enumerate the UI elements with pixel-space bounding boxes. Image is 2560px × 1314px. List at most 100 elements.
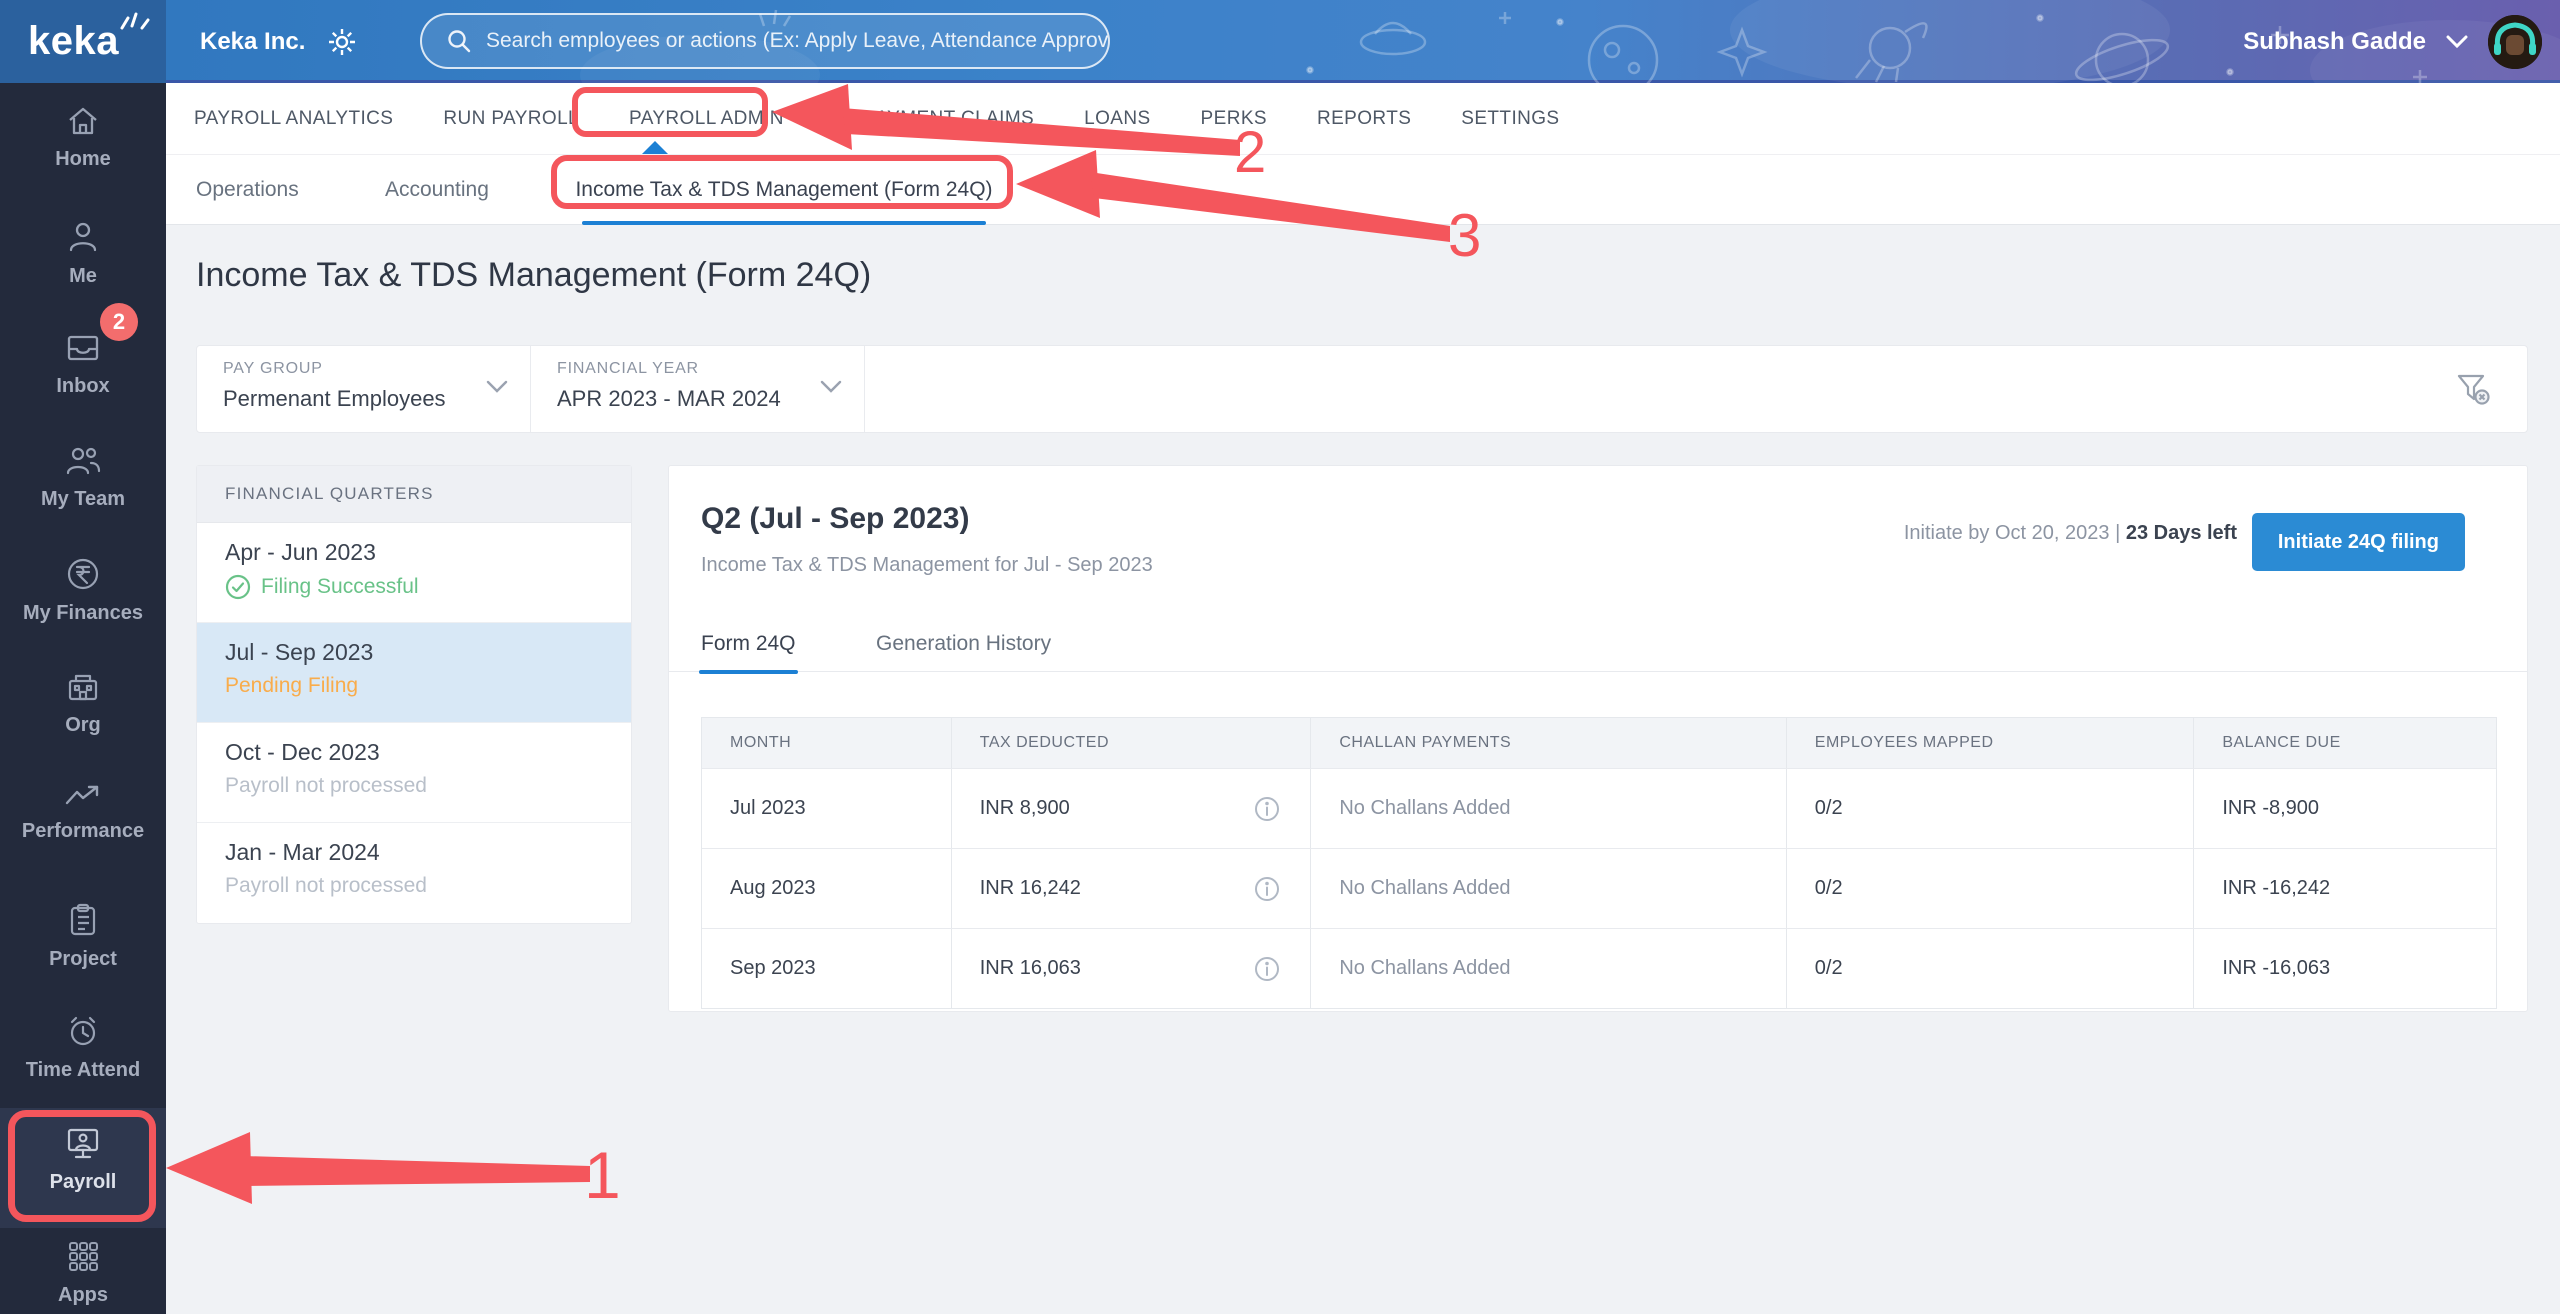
quarters-header: FINANCIAL QUARTERS (197, 466, 631, 523)
search-input[interactable] (486, 29, 1108, 53)
subtab-form-16[interactable]: Form 16 (1053, 155, 1131, 225)
quarter-status: Pending Filing (225, 674, 359, 697)
quarter-title: Q2 (Jul - Sep 2023) (701, 502, 970, 535)
pay-group-dropdown[interactable]: PAY GROUP Permenant Employees (197, 346, 531, 432)
sidebar-item-performance[interactable]: Performance (0, 783, 166, 843)
cell-challan: No Challans Added (1311, 929, 1787, 1008)
sidebar-item-me[interactable]: Me (0, 220, 166, 288)
tab-loans[interactable]: LOANS (1084, 108, 1150, 130)
payroll-nav: PAYROLL ANALYTICS RUN PAYROLL PAYROLL AD… (166, 83, 2560, 155)
cell-challan: No Challans Added (1311, 769, 1787, 848)
quarter-range: Oct - Dec 2023 (225, 739, 380, 765)
table-row: Sep 2023 INR 16,063 No Challans Added 0/… (702, 928, 2496, 1008)
col-balance-due: BALANCE DUE (2222, 734, 2341, 751)
sidebar-item-payroll[interactable]: Payroll (0, 1126, 166, 1194)
sidebar-label: Payroll (49, 1171, 117, 1193)
filter-bar: PAY GROUP Permenant Employees FINANCIAL … (196, 345, 2528, 433)
chevron-down-icon (2446, 35, 2468, 48)
cell-month: Sep 2023 (702, 929, 952, 1008)
sidebar-item-my-team[interactable]: My Team (0, 445, 166, 511)
payroll-monitor-icon (67, 1128, 99, 1159)
quarter-jan-mar-2024[interactable]: Jan - Mar 2024 Payroll not processed (197, 823, 631, 923)
tab-payment-claims[interactable]: PAYMENT CLAIMS (864, 108, 1034, 130)
alarm-clock-icon (70, 1016, 96, 1046)
pay-group-value: Permenant Employees (223, 386, 446, 411)
sidebar: Home Me 2 Inbox My Team My Finances Org … (0, 83, 166, 1314)
financial-year-value: APR 2023 - MAR 2024 (557, 386, 781, 411)
quarter-jul-sep-2023[interactable]: Jul - Sep 2023 Pending Filing (197, 623, 631, 723)
cell-challan: No Challans Added (1311, 849, 1787, 928)
col-employees-mapped: EMPLOYEES MAPPED (1787, 718, 2195, 768)
sidebar-item-org[interactable]: Org (0, 671, 166, 737)
quarter-range: Jan - Mar 2024 (225, 839, 380, 865)
tax-amount: INR 16,063 (979, 957, 1081, 979)
topbar: keka Keka Inc. Search employees or actio… (0, 0, 2560, 83)
user-name: Subhash Gadde (2243, 27, 2426, 55)
sidebar-item-apps[interactable]: Apps (0, 1239, 166, 1307)
table-row: Jul 2023 INR 8,900 No Challans Added 0/2… (702, 768, 2496, 848)
sidebar-label: Inbox (56, 375, 110, 397)
clipboard-icon (70, 903, 96, 936)
subtab-operations[interactable]: Operations (196, 155, 299, 225)
user-menu[interactable]: Subhash Gadde (2243, 0, 2542, 83)
quarter-status: Payroll not processed (225, 774, 427, 797)
keka-logo: keka (28, 19, 119, 63)
tab-settings[interactable]: SETTINGS (1461, 108, 1559, 130)
sidebar-label: My Finances (22, 602, 144, 624)
inbox-icon (67, 335, 99, 361)
tab-generation-history[interactable]: Generation History (876, 616, 1051, 672)
avatar[interactable] (2488, 14, 2542, 69)
space-doodles-decoration (580, 0, 2560, 83)
global-search[interactable] (420, 13, 1110, 69)
home-icon (69, 107, 97, 135)
people-icon (66, 447, 101, 475)
keka-logo-block[interactable]: keka (0, 0, 166, 83)
financial-year-dropdown[interactable]: FINANCIAL YEAR APR 2023 - MAR 2024 (531, 346, 865, 432)
tab-reports[interactable]: REPORTS (1317, 108, 1411, 130)
chevron-down-icon (820, 380, 842, 393)
building-icon (68, 674, 98, 701)
info-icon[interactable] (1254, 796, 1280, 822)
info-icon[interactable] (1254, 956, 1280, 982)
quarter-range: Jul - Sep 2023 (225, 639, 374, 665)
quarter-detail-card: Q2 (Jul - Sep 2023) Income Tax & TDS Man… (668, 465, 2528, 1012)
annotation-step-2: 2 (1234, 120, 1267, 185)
cell-mapped: 0/2 (1787, 929, 2195, 1008)
initiate-deadline: Initiate by Oct 20, 2023 | 23 Days left (1904, 522, 2237, 545)
subtab-accounting[interactable]: Accounting (385, 155, 489, 225)
company-selector[interactable]: Keka Inc. (200, 0, 357, 83)
cell-tax: INR 8,900 (952, 769, 1312, 848)
content-area: Income Tax & TDS Management (Form 24Q) P… (166, 225, 2560, 1314)
search-icon (448, 30, 471, 53)
tab-payroll-analytics[interactable]: PAYROLL ANALYTICS (194, 108, 393, 130)
page-title: Income Tax & TDS Management (Form 24Q) (196, 256, 872, 294)
detail-tabs: Form 24Q Generation History (669, 616, 2527, 674)
subtab-income-tax-tds[interactable]: Income Tax & TDS Management (Form 24Q) (564, 155, 1004, 225)
sidebar-label: Apps (58, 1284, 108, 1306)
tab-run-payroll[interactable]: RUN PAYROLL (443, 108, 579, 130)
initiate-24q-filing-button[interactable]: Initiate 24Q filing (2251, 513, 2465, 571)
quarter-oct-dec-2023[interactable]: Oct - Dec 2023 Payroll not processed (197, 723, 631, 823)
quarter-apr-jun-2023[interactable]: Apr - Jun 2023 Filing Successful (197, 523, 631, 623)
sidebar-item-time-attend[interactable]: Time Attend (0, 1014, 166, 1082)
sidebar-item-home[interactable]: Home (0, 105, 166, 171)
cell-balance: INR -8,900 (2222, 797, 2320, 819)
tab-payroll-admin[interactable]: PAYROLL ADMIN (629, 108, 784, 130)
tab-form-24q[interactable]: Form 24Q (699, 616, 798, 674)
gear-icon[interactable] (327, 27, 357, 57)
table-header-row: MONTH TAX DEDUCTED CHALLAN PAYMENTS EMPL… (702, 718, 2496, 768)
check-circle-icon (225, 574, 251, 600)
annotation-step-1: 1 (584, 1138, 621, 1212)
sidebar-item-project[interactable]: Project (0, 903, 166, 971)
sidebar-item-inbox[interactable]: Inbox (0, 332, 166, 398)
cell-month: Aug 2023 (702, 849, 952, 928)
cell-balance: INR -16,242 (2222, 877, 2331, 899)
cell-balance: INR -16,063 (2222, 957, 2331, 979)
active-tab-caret (642, 141, 668, 154)
col-challan-payments: CHALLAN PAYMENTS (1311, 718, 1787, 768)
info-icon[interactable] (1254, 876, 1280, 902)
sidebar-item-my-finances[interactable]: My Finances (0, 557, 166, 625)
quarter-range: Apr - Jun 2023 (225, 539, 376, 565)
me-icon (69, 222, 97, 252)
clear-filter-icon[interactable] (2455, 372, 2491, 408)
